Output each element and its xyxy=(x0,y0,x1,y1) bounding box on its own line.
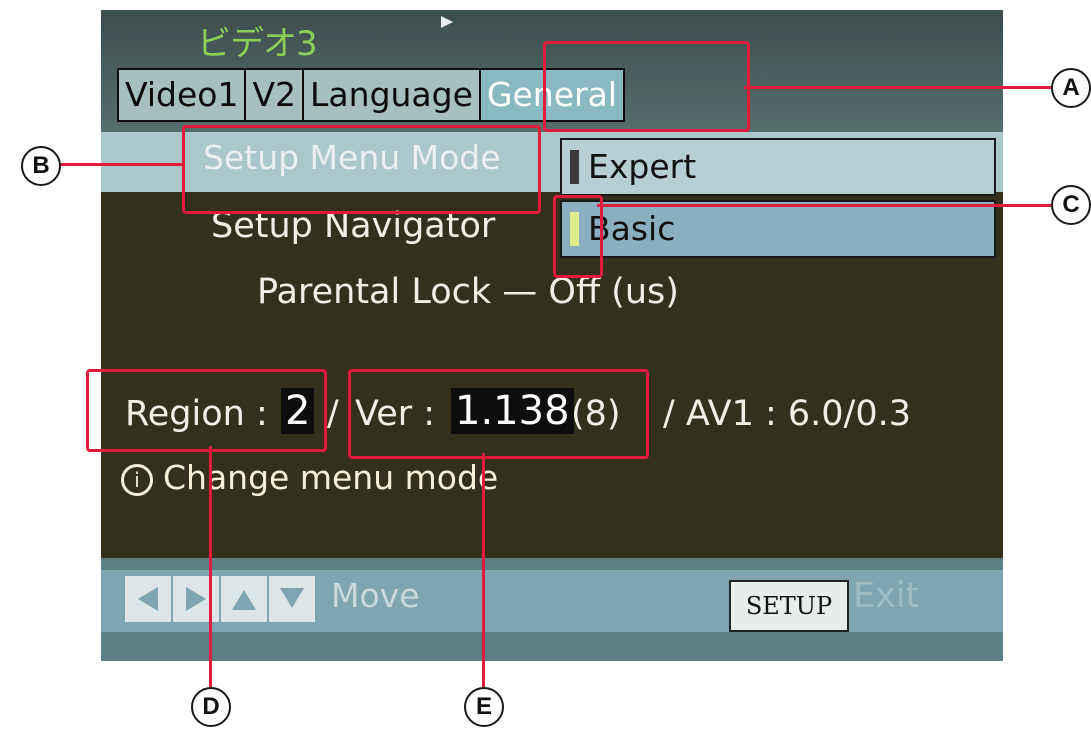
arrow-right-icon xyxy=(173,576,219,622)
leader-line-c xyxy=(597,204,1052,207)
hint-line: i Change menu mode xyxy=(121,458,498,497)
leader-line-e xyxy=(482,453,485,688)
tab-video1[interactable]: Video1 xyxy=(117,68,247,122)
callout-box-a xyxy=(543,41,750,132)
callout-box-c xyxy=(553,195,603,278)
arrow-up-icon xyxy=(221,576,267,622)
callout-box-b xyxy=(182,125,541,214)
tab-language[interactable]: Language xyxy=(302,68,481,122)
nav-arrows xyxy=(125,576,315,622)
callout-e: E xyxy=(464,687,504,727)
option-expert[interactable]: Expert xyxy=(560,138,996,196)
callout-box-d xyxy=(86,369,327,452)
arrow-down-icon xyxy=(269,576,315,622)
option-expert-label: Expert xyxy=(588,147,697,186)
option-basic[interactable]: Basic xyxy=(560,200,996,258)
cursor-marker-icon xyxy=(441,16,453,28)
callout-box-e xyxy=(348,369,649,459)
arrow-left-icon xyxy=(125,576,171,622)
info-icon: i xyxy=(121,463,153,496)
callout-c: C xyxy=(1051,185,1091,225)
option-indicator-icon xyxy=(570,150,579,184)
move-label: Move xyxy=(331,576,420,615)
leader-line-d xyxy=(209,446,212,688)
setup-button[interactable]: SETUP xyxy=(729,580,849,632)
osd-title: ビデオ3 xyxy=(197,24,318,64)
leader-line-b xyxy=(59,163,182,166)
callout-d: D xyxy=(191,687,231,727)
callout-a: A xyxy=(1051,68,1091,108)
callout-b: B xyxy=(21,146,61,186)
leader-line-a xyxy=(744,86,1052,89)
exit-label: Exit xyxy=(853,576,920,616)
parental-lock-item[interactable]: Parental Lock — Off (us) xyxy=(257,272,679,312)
av-info: / AV1 : 6.0/0.3 xyxy=(663,394,911,434)
ver-separator: / xyxy=(327,394,339,434)
tab-v2[interactable]: V2 xyxy=(244,68,305,122)
hint-text: Change menu mode xyxy=(163,458,499,497)
